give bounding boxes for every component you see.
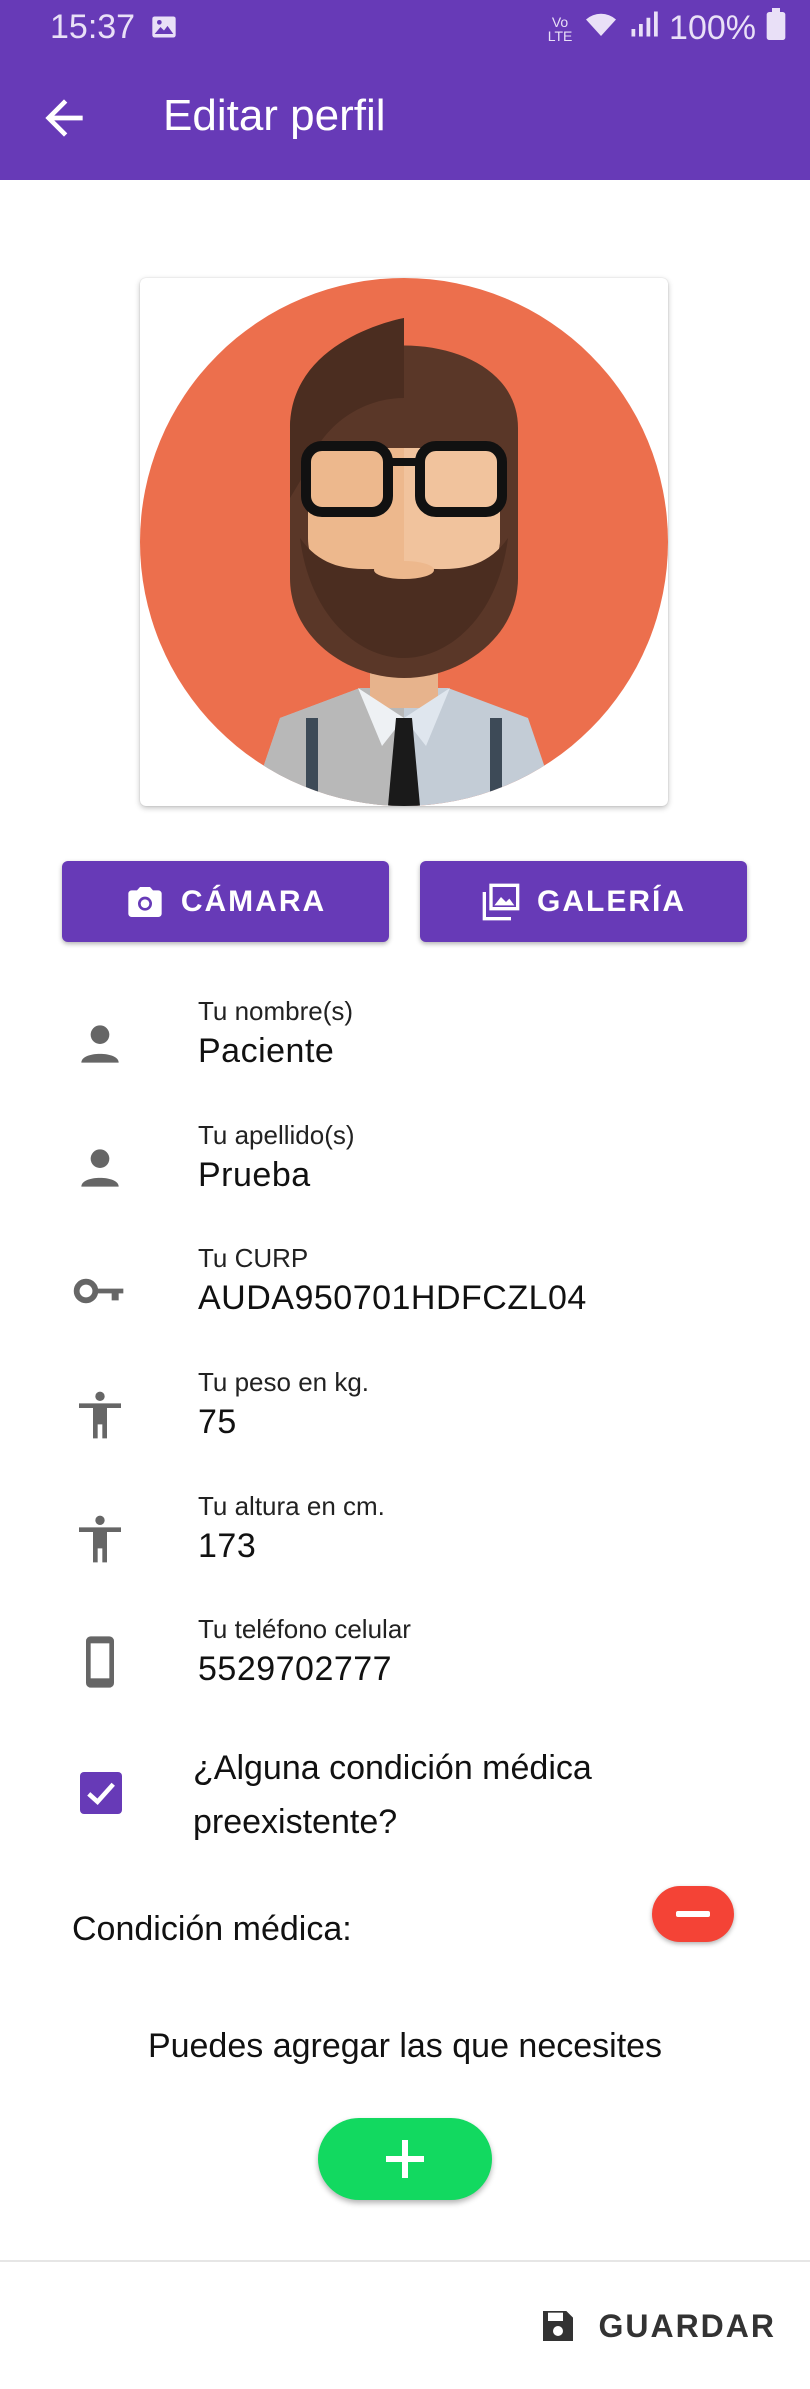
camera-button-label: CÁMARA [180,884,327,918]
wifi-icon [583,9,619,48]
save-button[interactable]: GUARDAR [538,2296,776,2356]
last-name-input[interactable]: Prueba [198,1156,311,1195]
field-label: Tu teléfono celular [198,1614,411,1644]
preexisting-label: ¿Alguna condición médica preexistente? [193,1749,592,1841]
plus-icon [386,2140,424,2178]
person-icon [72,1140,128,1196]
preexisting-checkbox[interactable] [80,1772,122,1814]
status-bar: 15:37 Vo LTE 100% [0,0,810,56]
remove-condition-button[interactable] [652,1886,734,1942]
field-label: Tu peso en kg. [198,1367,370,1397]
status-indicators: Vo LTE 100% [547,8,786,49]
key-icon [72,1263,128,1319]
signal-icon [629,9,659,48]
status-time: 15:37 [50,8,136,46]
condition-label: Condición médica: [72,1910,352,1948]
gallery-button[interactable]: GALERÍA [420,861,747,942]
accessibility-icon [72,1511,128,1567]
accessibility-icon [72,1387,128,1443]
phone-input[interactable]: 5529702777 [198,1650,392,1689]
profile-photo[interactable] [140,278,668,806]
weight-input[interactable]: 75 [198,1403,237,1442]
volte-label: Vo LTE [547,13,573,44]
curp-input[interactable]: AUDA950701HDFCZL04 [198,1279,587,1318]
height-field[interactable]: Tu altura en cm. 173 [0,1491,810,1601]
last-name-field[interactable]: Tu apellido(s) Prueba [0,1120,810,1230]
phone-field[interactable]: Tu teléfono celular 5529702777 [0,1614,810,1724]
condition-helper-text: Puedes agregar las que necesites [147,2027,663,2065]
page-title: Editar perfil [163,91,386,140]
field-label: Tu CURP [198,1243,309,1273]
weight-field[interactable]: Tu peso en kg. 75 [0,1367,810,1477]
first-name-input[interactable]: Paciente [198,1032,334,1071]
field-label: Tu nombre(s) [198,996,354,1026]
height-input[interactable]: 173 [198,1527,256,1566]
battery-percent: 100% [669,9,756,47]
gallery-button-label: GALERÍA [537,884,686,918]
person-icon [72,1016,128,1072]
footer-divider [0,2260,810,2262]
field-label: Tu apellido(s) [198,1120,355,1150]
back-button[interactable] [36,90,92,146]
arrow-back-icon [45,99,83,137]
save-icon [543,2311,574,2341]
field-label: Tu altura en cm. [198,1491,385,1521]
phone-icon [72,1634,128,1690]
camera-button[interactable]: CÁMARA [62,861,389,942]
first-name-field[interactable]: Tu nombre(s) Paciente [0,996,810,1106]
image-notification-icon [150,13,178,46]
check-icon [87,1782,115,1805]
add-condition-button[interactable] [318,2118,492,2200]
photo-library-icon [482,883,520,920]
camera-icon [128,886,162,917]
minus-icon [676,1911,710,1917]
avatar-illustration [140,278,668,806]
app-bar: Editar perfil [0,56,810,180]
battery-icon [766,8,786,49]
save-button-label: GUARDAR [598,2307,776,2344]
curp-field[interactable]: Tu CURP AUDA950701HDFCZL04 [0,1243,810,1353]
